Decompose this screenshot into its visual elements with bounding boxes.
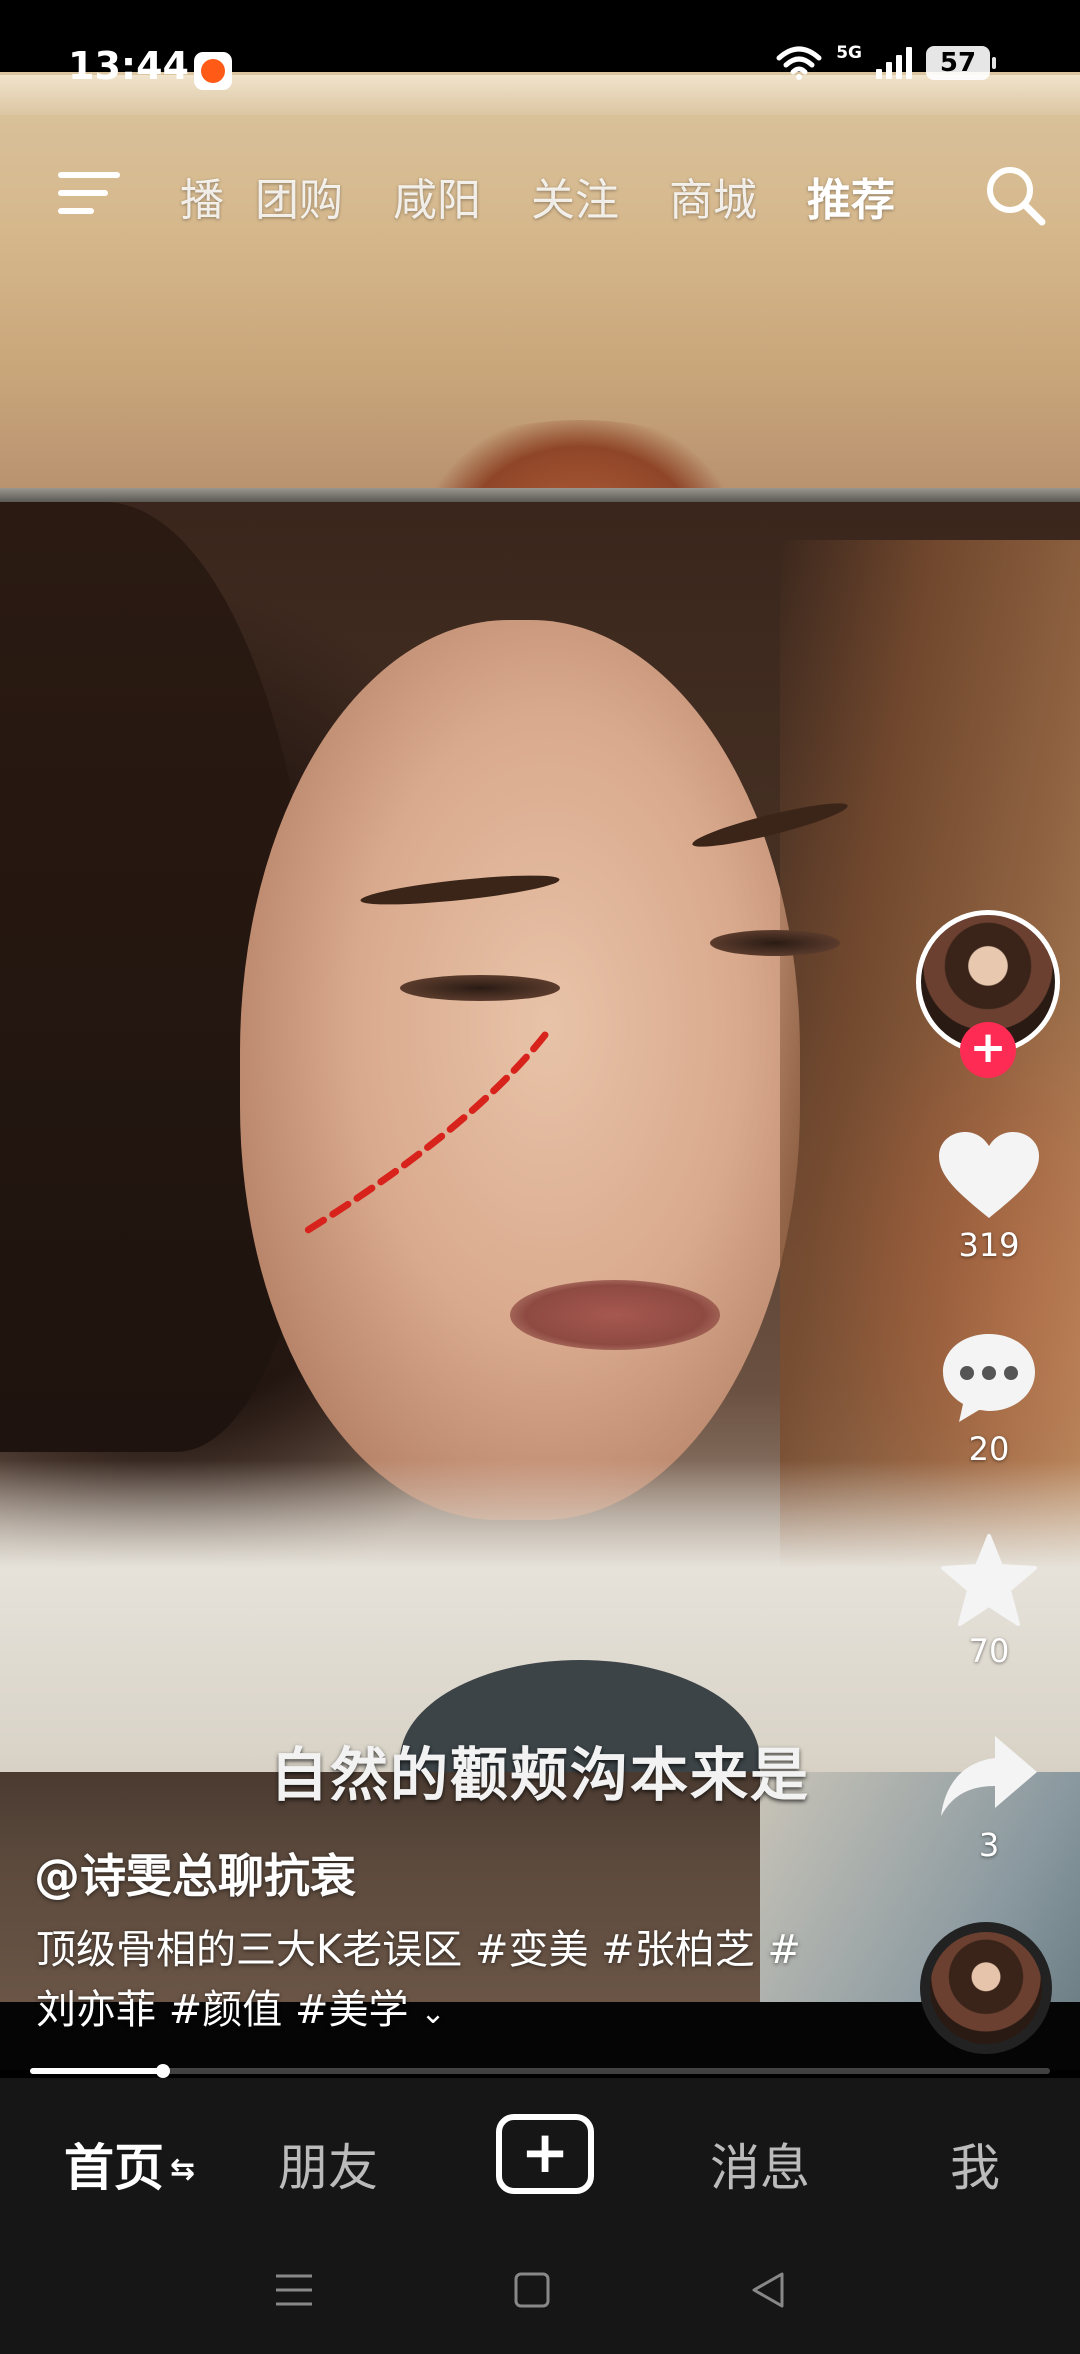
system-navigation-bar <box>0 2238 1080 2354</box>
playback-progress[interactable] <box>30 2064 1050 2078</box>
back-triangle-icon[interactable] <box>748 2268 788 2312</box>
tab-live[interactable]: 播 <box>150 164 230 228</box>
follow-button[interactable]: + <box>960 1022 1016 1078</box>
status-icons: 5G 57 <box>776 43 996 80</box>
share-button[interactable]: 3 <box>912 1732 1066 1864</box>
tab-group-buy[interactable]: 团购 <box>230 164 368 228</box>
favorite-count: 70 <box>968 1632 1010 1670</box>
bottom-tab-bar: 首页 ⇆ 朋友 + 消息 我 <box>0 2078 1080 2238</box>
tab-following[interactable]: 关注 <box>506 164 644 228</box>
heart-icon <box>939 1132 1039 1218</box>
signal-icon <box>876 47 912 79</box>
wifi-icon <box>776 46 822 80</box>
progress-fill <box>30 2068 163 2074</box>
feed-tabs: 播 团购 咸阳 关注 商城 推荐 <box>150 164 920 228</box>
app-notification-icon <box>194 52 232 90</box>
nav-home[interactable]: 首页 ⇆ <box>64 2128 195 2200</box>
share-count: 3 <box>978 1826 1000 1864</box>
status-bar: 13:44 5G 57 <box>0 0 1080 90</box>
comment-icon <box>943 1334 1035 1422</box>
progress-handle[interactable] <box>155 2064 170 2078</box>
like-button[interactable]: 319 <box>912 1130 1066 1264</box>
star-icon <box>941 1534 1037 1626</box>
home-square-icon[interactable] <box>512 2268 552 2312</box>
like-count: 319 <box>958 1226 1020 1264</box>
tab-local[interactable]: 咸阳 <box>368 164 506 228</box>
battery-level: 57 <box>939 48 977 78</box>
network-type: 5G <box>836 43 862 63</box>
share-arrow-icon <box>941 1736 1037 1816</box>
comment-count: 20 <box>968 1430 1010 1468</box>
nav-messages[interactable]: 消息 <box>710 2128 810 2200</box>
nav-home-label: 首页 <box>64 2139 164 2197</box>
top-navigation: 播 团购 咸阳 关注 商城 推荐 <box>0 150 1080 250</box>
music-disc[interactable] <box>920 1922 1052 2054</box>
description-text: 顶级骨相的三大K老误区 #变美 #张柏芝 #刘亦菲 #颜值 #美学 <box>36 1927 801 2033</box>
chevron-down-icon[interactable]: ⌄ <box>420 1984 445 2044</box>
favorite-button[interactable]: 70 <box>912 1532 1066 1670</box>
create-button[interactable]: + <box>496 2114 594 2194</box>
nav-me[interactable]: 我 <box>950 2128 1000 2200</box>
status-time: 13:44 <box>68 44 189 88</box>
tab-recommended[interactable]: 推荐 <box>782 164 920 228</box>
nav-friends[interactable]: 朋友 <box>278 2128 378 2200</box>
menu-icon[interactable] <box>58 168 120 218</box>
recents-menu-icon[interactable] <box>272 2268 316 2312</box>
battery-icon: 57 <box>926 46 996 80</box>
video-description[interactable]: 顶级骨相的三大K老误区 #变美 #张柏芝 #刘亦菲 #颜值 #美学 ⌄ <box>36 1920 836 2044</box>
author-handle[interactable]: @诗雯总聊抗衰 <box>34 1840 356 1906</box>
search-icon[interactable] <box>980 160 1050 230</box>
tab-mall[interactable]: 商城 <box>644 164 782 228</box>
comment-button[interactable]: 20 <box>912 1330 1066 1468</box>
swap-icon: ⇆ <box>170 2152 196 2187</box>
